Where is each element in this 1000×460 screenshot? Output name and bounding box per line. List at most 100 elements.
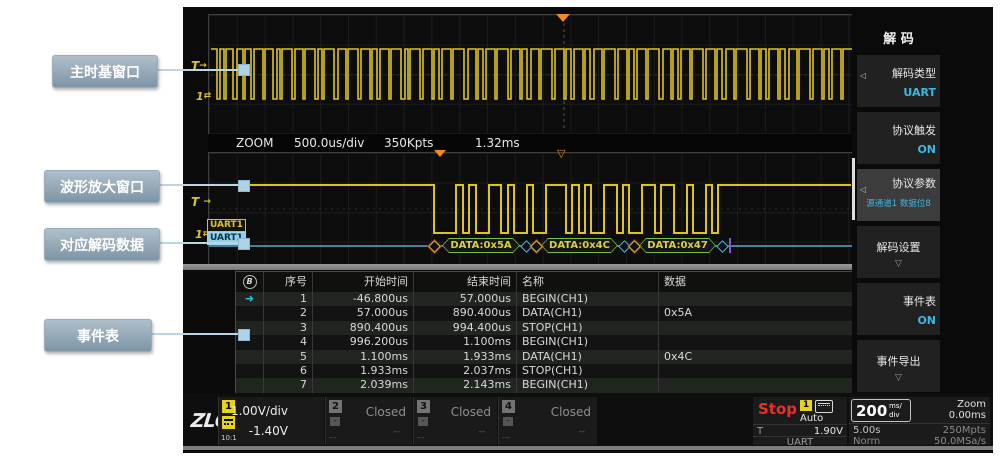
table-cell-seq: 5 [264,350,313,364]
row-pointer-cell [236,378,264,392]
channel1-marker-icon: 1⇄ [196,90,211,103]
zoom-offset: 1.32ms [475,136,520,150]
callout-connector-line [158,184,238,186]
zoom-window-marker-icon [434,150,446,157]
table-cell-data [659,335,847,349]
table-row[interactable]: 72.039ms2.143msBEGIN(CH1) [236,378,853,392]
table-cell-end: 2.143ms [414,378,517,392]
table-row[interactable]: 3890.400us994.400usSTOP(CH1) [236,321,853,335]
menu-scrollbar[interactable] [852,158,855,220]
decode-data-bubble: DATA:0x47 [639,238,716,253]
menu-item-subtitle: 源通道1 数据位8 [857,197,940,209]
channel-badge: 3 [417,400,430,413]
callout-connector-line [150,333,238,335]
table-cell-start: 1.933ms [313,364,414,378]
table-icon-cell: B [236,272,264,292]
dc-coupling-icon [815,400,833,413]
table-cell-start: 996.200us [313,335,414,349]
zoom-status-label: Zoom [957,399,986,410]
callout-connector-node [238,64,250,76]
channel-footer-dash: -·- [329,434,336,442]
menu-item-2[interactable]: 协议触发ON [857,112,940,164]
channel-status: Closed [366,405,406,419]
callout-connector-line [158,242,238,244]
channel-badge: 4 [502,400,515,413]
bezel-bottom-strip [183,446,993,450]
table-column-header: 名称 [517,272,659,292]
trigger-hollow-marker-icon: ▽ [557,148,565,159]
table-cell-seq: 4 [264,335,313,349]
arrows-icon: ⇄ [204,91,212,101]
table-cell-name: DATA(CH1) [517,306,659,320]
offset-dash: -- [579,427,586,437]
table-cell-seq: 1 [264,292,313,306]
zoom-label: ZOOM [236,136,273,150]
menu-item-1[interactable]: ◁解码类型UART [857,55,940,107]
table-cell-start: 57.000us [313,306,414,320]
table-cell-end: 994.400us [414,321,517,335]
menu-item-label: 事件表 [903,293,936,309]
table-column-header: 结束时间 [414,272,517,292]
callout-connector-node [238,238,250,250]
table-cell-start: 1.100ms [313,350,414,364]
table-cell-name: STOP(CH1) [517,321,659,335]
menu-item-label: 解码设置 [857,239,940,255]
table-cell-start: 890.400us [313,321,414,335]
channel-4-block[interactable]: 4--·-Closed-- [498,397,597,445]
callout-label-1: 主时基窗口 [52,55,158,88]
table-cell-data [659,364,847,378]
table-row[interactable]: 61.933ms2.037msSTOP(CH1) [236,364,853,378]
bus-icon: B [243,275,257,289]
trigger-status-block: Stop 1 Auto T 1.90V UART [753,397,847,445]
row-pointer-icon: ➜ [245,292,254,305]
channel-2-block[interactable]: 2--·-Closed-- [325,397,412,445]
decode-data-text: DATA:0x5A [443,239,519,252]
menu-item-4[interactable]: 解码设置▽ [857,226,940,278]
menu-item-3[interactable]: ◁协议参数源通道1 数据位8 [857,169,940,221]
decode-data-bubble: DATA:0x4C [541,238,618,253]
table-row[interactable]: 4996.200us1.100msBEGIN(CH1) [236,335,853,349]
table-row[interactable]: ➜1-46.800us57.000usBEGIN(CH1) [236,292,853,306]
channel-status: Closed [451,405,491,419]
status-bar: ZLG® 110:11.00V/div-1.40V2--·-Closed--3-… [183,393,993,446]
table-cell-name: DATA(CH1) [517,350,659,364]
channel-3-block[interactable]: 3--·-Closed-- [413,397,497,445]
volts-per-div: 1.00V/div [231,404,288,418]
trigger-marker-label: T [191,195,199,209]
channel-status: Closed [551,405,591,419]
menu-item-6[interactable]: 事件导出▽ [857,340,940,392]
timebase-scale-box: 200 ms/ div [851,399,911,422]
probe-ratio: 10:1 [221,434,237,442]
capture-window: 5.00s [853,425,880,436]
decode-end-mark-icon [729,238,731,253]
arrow-right-icon: → [203,197,211,207]
annotated-oscilloscope-figure: T→ 1⇄ ZOOM 500.0us/div 350Kpts 1.32ms ▽ … [0,0,1000,460]
coupling-dash: - [503,417,513,426]
event-table: B序号开始时间结束时间名称数据➜1-46.800us57.000usBEGIN(… [235,271,854,394]
table-cell-end: 1.933ms [414,350,517,364]
timebase-unit-top: ms/ [889,402,902,410]
table-cell-name: BEGIN(CH1) [517,378,659,392]
coupling-dash: - [418,417,428,426]
offset-dash: -- [479,427,486,437]
timebase-scale: 200 [856,402,887,420]
trigger-position-icon [556,14,570,22]
callout-connector-node [238,329,250,341]
zoom-readout-bar: ZOOM 500.0us/div 350Kpts 1.32ms [208,134,854,152]
trigger-mode: Auto [800,413,823,424]
table-cell-data [659,378,847,392]
window-separator [183,264,855,270]
channel-1-block[interactable]: 110:11.00V/div-1.40V [218,397,324,445]
callout-text: 波形放大窗口 [60,177,144,197]
table-cell-name: STOP(CH1) [517,364,659,378]
menu-item-5[interactable]: 事件表ON [857,283,940,335]
table-row[interactable]: 51.100ms1.933msDATA(CH1)0x4C [236,350,853,364]
callout-connector-line [156,69,238,71]
table-cell-data [659,292,847,306]
row-pointer-cell [236,350,264,364]
timebase-block: 200 ms/ div Zoom 0.00ms 5.00s 250Mpts No… [849,397,990,445]
table-row[interactable]: 257.000us890.400usDATA(CH1)0x5A [236,306,853,320]
callout-text: 对应解码数据 [60,235,144,255]
row-pointer-cell [236,364,264,378]
chevron-down-icon: ▽ [857,373,940,383]
